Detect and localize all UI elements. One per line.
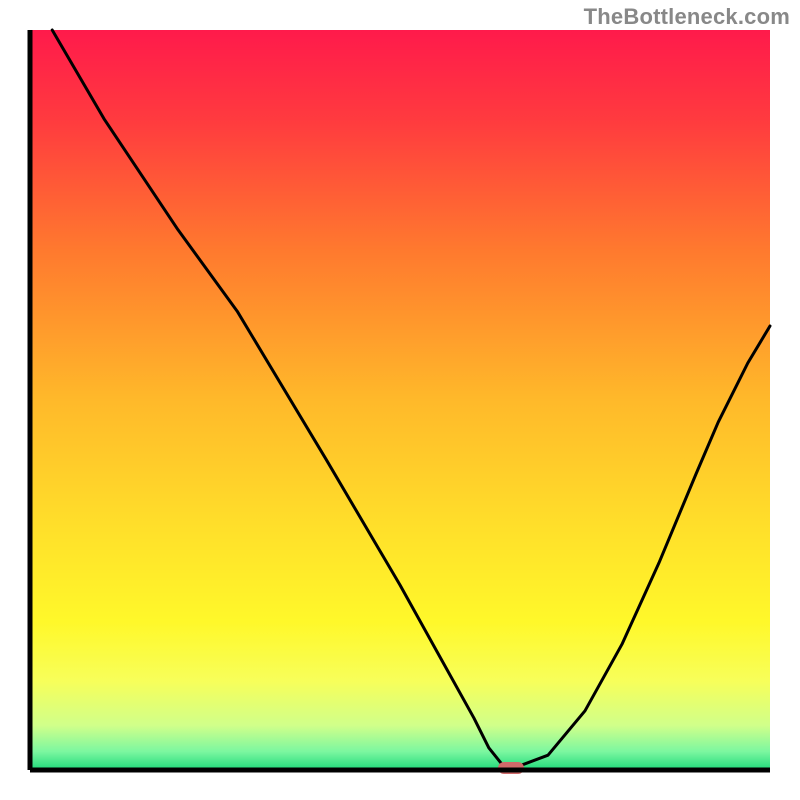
chart-canvas [0, 0, 800, 800]
bottleneck-chart: TheBottleneck.com [0, 0, 800, 800]
plot-background [30, 30, 770, 770]
watermark-text: TheBottleneck.com [584, 4, 790, 30]
